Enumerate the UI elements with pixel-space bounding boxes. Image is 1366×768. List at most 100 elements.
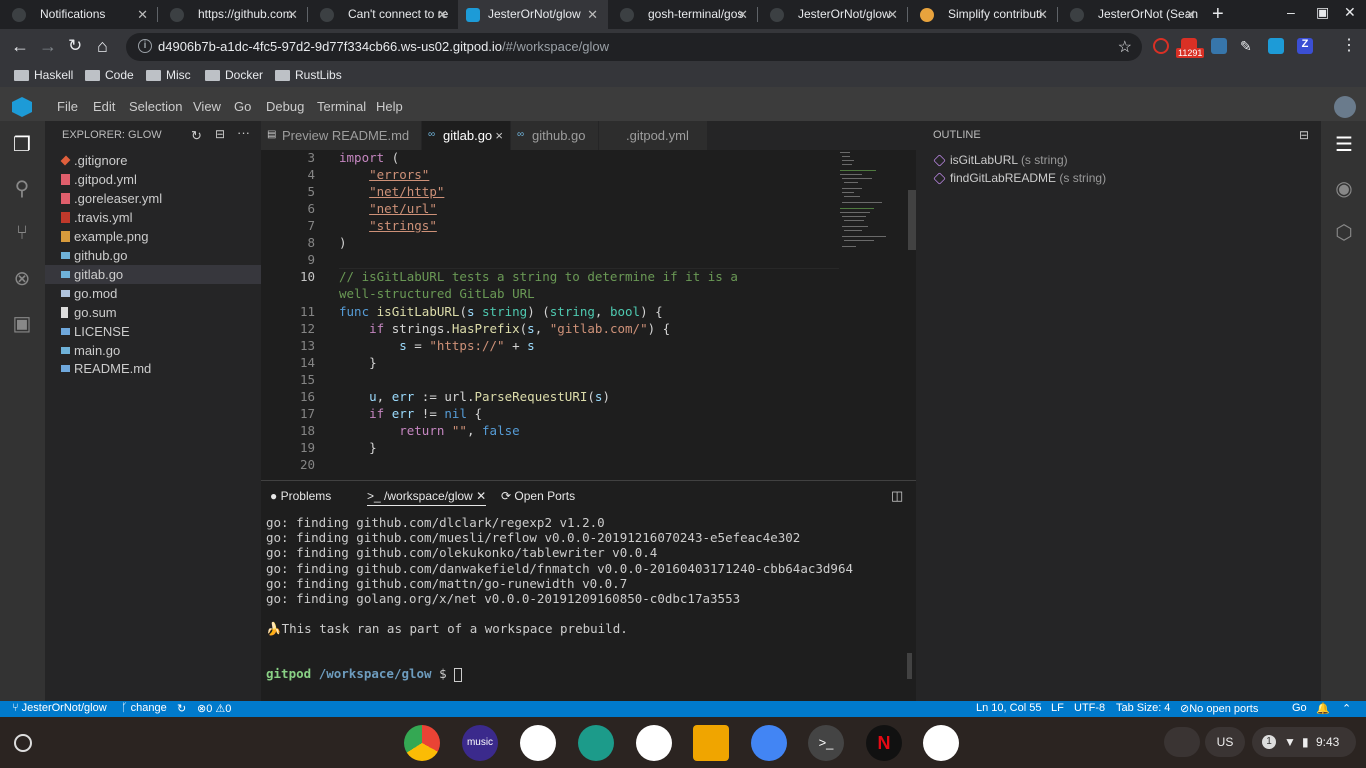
tab-github-go[interactable]: ∞ github.go	[511, 121, 598, 150]
window-close-icon[interactable]: ✕	[1344, 4, 1356, 21]
url-text[interactable]: d4906b7b-a1dc-4fc5-97d2-9d77f334cb66.ws-…	[158, 39, 609, 54]
file-gitlab-go[interactable]: gitlab.go	[45, 265, 261, 284]
close-icon[interactable]: ✕	[587, 0, 598, 29]
editor-scrollbar-thumb[interactable]	[908, 190, 916, 250]
tab-preview-readme[interactable]: ▤ Preview README.md	[261, 121, 421, 150]
browser-tab-notifications[interactable]: Notifications ✕	[0, 0, 158, 29]
file-go-sum[interactable]: go.sum	[45, 303, 261, 322]
browser-tab-simplify[interactable]: Simplify contributi ✕	[908, 0, 1058, 29]
browser-tab-profile[interactable]: JesterOrNot (Sean ✕	[1058, 0, 1206, 29]
status-language[interactable]: Go	[1292, 702, 1307, 714]
amazon-music-icon[interactable]: music	[462, 725, 498, 761]
menu-go[interactable]: Go	[234, 99, 251, 114]
chrome-app-icon[interactable]	[404, 725, 440, 761]
explorer-icon[interactable]: ❐	[10, 133, 34, 157]
terminal-prompt[interactable]: gitpod /workspace/glow $	[266, 666, 853, 682]
close-icon[interactable]: ✕	[737, 0, 748, 29]
outline-item[interactable]: findGitLabREADME (s string)	[933, 171, 1106, 185]
file-gitpod-yml[interactable]: .gitpod.yml	[45, 170, 261, 189]
menu-selection[interactable]: Selection	[129, 99, 182, 114]
browser-tab-gosh[interactable]: gosh-terminal/gos ✕	[608, 0, 758, 29]
close-icon[interactable]: ✕	[137, 0, 148, 29]
file-license[interactable]: LICENSE	[45, 322, 261, 341]
tab-problems[interactable]: ● Problems	[270, 489, 331, 503]
file-github-go[interactable]: github.go	[45, 246, 261, 265]
collapse-icon[interactable]: ⊟	[1299, 128, 1309, 142]
browser-tab-active[interactable]: JesterOrNot/glow ✕	[458, 0, 608, 29]
close-icon[interactable]: ✕	[887, 0, 898, 29]
menu-view[interactable]: View	[193, 99, 221, 114]
file-main-go[interactable]: main.go	[45, 341, 261, 360]
refresh-icon[interactable]: ↻	[191, 128, 202, 144]
menu-file[interactable]: File	[57, 99, 78, 114]
outline-item[interactable]: isGitLabURL (s string)	[933, 153, 1068, 167]
code-editor[interactable]: 3 4 5 6 7 8 9 10 11 12 13 14 15 16 17 18…	[261, 150, 916, 480]
bookmark-misc[interactable]: Misc	[146, 68, 191, 82]
github-icon[interactable]: ◉	[1332, 177, 1356, 201]
address-bar[interactable]: i d4906b7b-a1dc-4fc5-97d2-9d77f334cb66.w…	[126, 33, 1142, 61]
outline-view-icon[interactable]: ☰	[1332, 133, 1356, 157]
tab-terminal[interactable]: >_ /workspace/glow ✕	[367, 489, 487, 506]
bookmark-star-icon[interactable]: ☆	[1118, 37, 1132, 57]
netflix-icon[interactable]: N	[866, 725, 902, 761]
chrome-menu-icon[interactable]: ⋮	[1341, 35, 1357, 57]
minimize-icon[interactable]: –	[1287, 4, 1295, 20]
bell-icon[interactable]: 🔔	[1316, 702, 1330, 715]
file-example-png[interactable]: example.png	[45, 227, 261, 246]
file-travis-yml[interactable]: .travis.yml	[45, 208, 261, 227]
info-icon[interactable]: i	[138, 39, 152, 53]
pen-ext-icon[interactable]: ✎	[1240, 38, 1256, 54]
avatar[interactable]	[1334, 96, 1356, 118]
gitpod-logo-icon[interactable]	[12, 97, 32, 117]
gitpod-ext-icon[interactable]	[1268, 38, 1284, 54]
close-icon[interactable]: ✕	[476, 489, 486, 503]
launcher-icon[interactable]	[14, 734, 32, 752]
bookmark-rustlibs[interactable]: RustLibs	[275, 68, 342, 82]
settings-icon[interactable]	[751, 725, 787, 761]
slack-icon[interactable]	[520, 725, 556, 761]
file-gitignore[interactable]: .gitignore	[45, 151, 261, 170]
minimap[interactable]	[838, 150, 908, 260]
tab-open-ports[interactable]: ⟳ Open Ports	[501, 489, 575, 503]
extension-block-icon[interactable]	[1153, 38, 1169, 54]
menu-help[interactable]: Help	[376, 99, 403, 114]
source-control-icon[interactable]: ⑂	[10, 221, 34, 245]
status-branch[interactable]: ᚴ change	[121, 702, 167, 714]
extensions-icon[interactable]: ▣	[10, 312, 34, 336]
browser-tab-cant-connect[interactable]: Can't connect to re ✕	[308, 0, 458, 29]
close-icon[interactable]: ✕	[1037, 0, 1048, 29]
locale-indicator[interactable]: US	[1205, 727, 1245, 757]
back-icon[interactable]: ←	[11, 35, 29, 57]
forward-icon[interactable]: →	[39, 35, 57, 57]
python-ext-icon[interactable]	[1211, 38, 1227, 54]
file-go-mod[interactable]: go.mod	[45, 284, 261, 303]
maximize-icon[interactable]: ▣	[1316, 4, 1329, 21]
tab-gitlab-go[interactable]: ∞ gitlab.go ×	[422, 121, 510, 150]
play-store-icon[interactable]	[636, 725, 672, 761]
close-icon[interactable]: ✕	[1185, 0, 1196, 29]
status-eol[interactable]: LF	[1051, 702, 1064, 714]
bookmark-haskell[interactable]: Haskell	[14, 68, 73, 82]
terminal-scrollbar[interactable]	[907, 653, 912, 679]
close-icon[interactable]: ✕	[437, 0, 448, 29]
debug-icon[interactable]: ⊗	[10, 267, 34, 291]
reload-icon[interactable]: ↻	[68, 35, 82, 57]
home-icon[interactable]: ⌂	[97, 35, 108, 57]
menu-edit[interactable]: Edit	[93, 99, 115, 114]
sync-icon[interactable]: ↻	[177, 702, 186, 715]
system-tray[interactable]: 1 ▼ ▮ 9:43	[1252, 727, 1356, 757]
menu-debug[interactable]: Debug	[266, 99, 304, 114]
search-icon[interactable]: ⚲	[10, 177, 34, 201]
file-goreleaser-yml[interactable]: .goreleaser.yml	[45, 189, 261, 208]
c-app-icon[interactable]	[693, 725, 729, 761]
status-tabsize[interactable]: Tab Size: 4	[1116, 702, 1170, 714]
google-home-icon[interactable]	[923, 725, 959, 761]
media-control-icon[interactable]	[1164, 727, 1200, 757]
status-ports[interactable]: ⊘No open ports	[1180, 702, 1258, 715]
z-ext-icon[interactable]: Z	[1297, 38, 1313, 54]
bookmark-docker[interactable]: Docker	[205, 68, 263, 82]
browser-tab-github[interactable]: https://github.com ✕	[158, 0, 308, 29]
status-problems[interactable]: ⊗0 ⚠0	[197, 702, 231, 715]
maximize-panel-icon[interactable]: ◫	[891, 488, 903, 504]
close-icon[interactable]: ✕	[287, 0, 298, 29]
